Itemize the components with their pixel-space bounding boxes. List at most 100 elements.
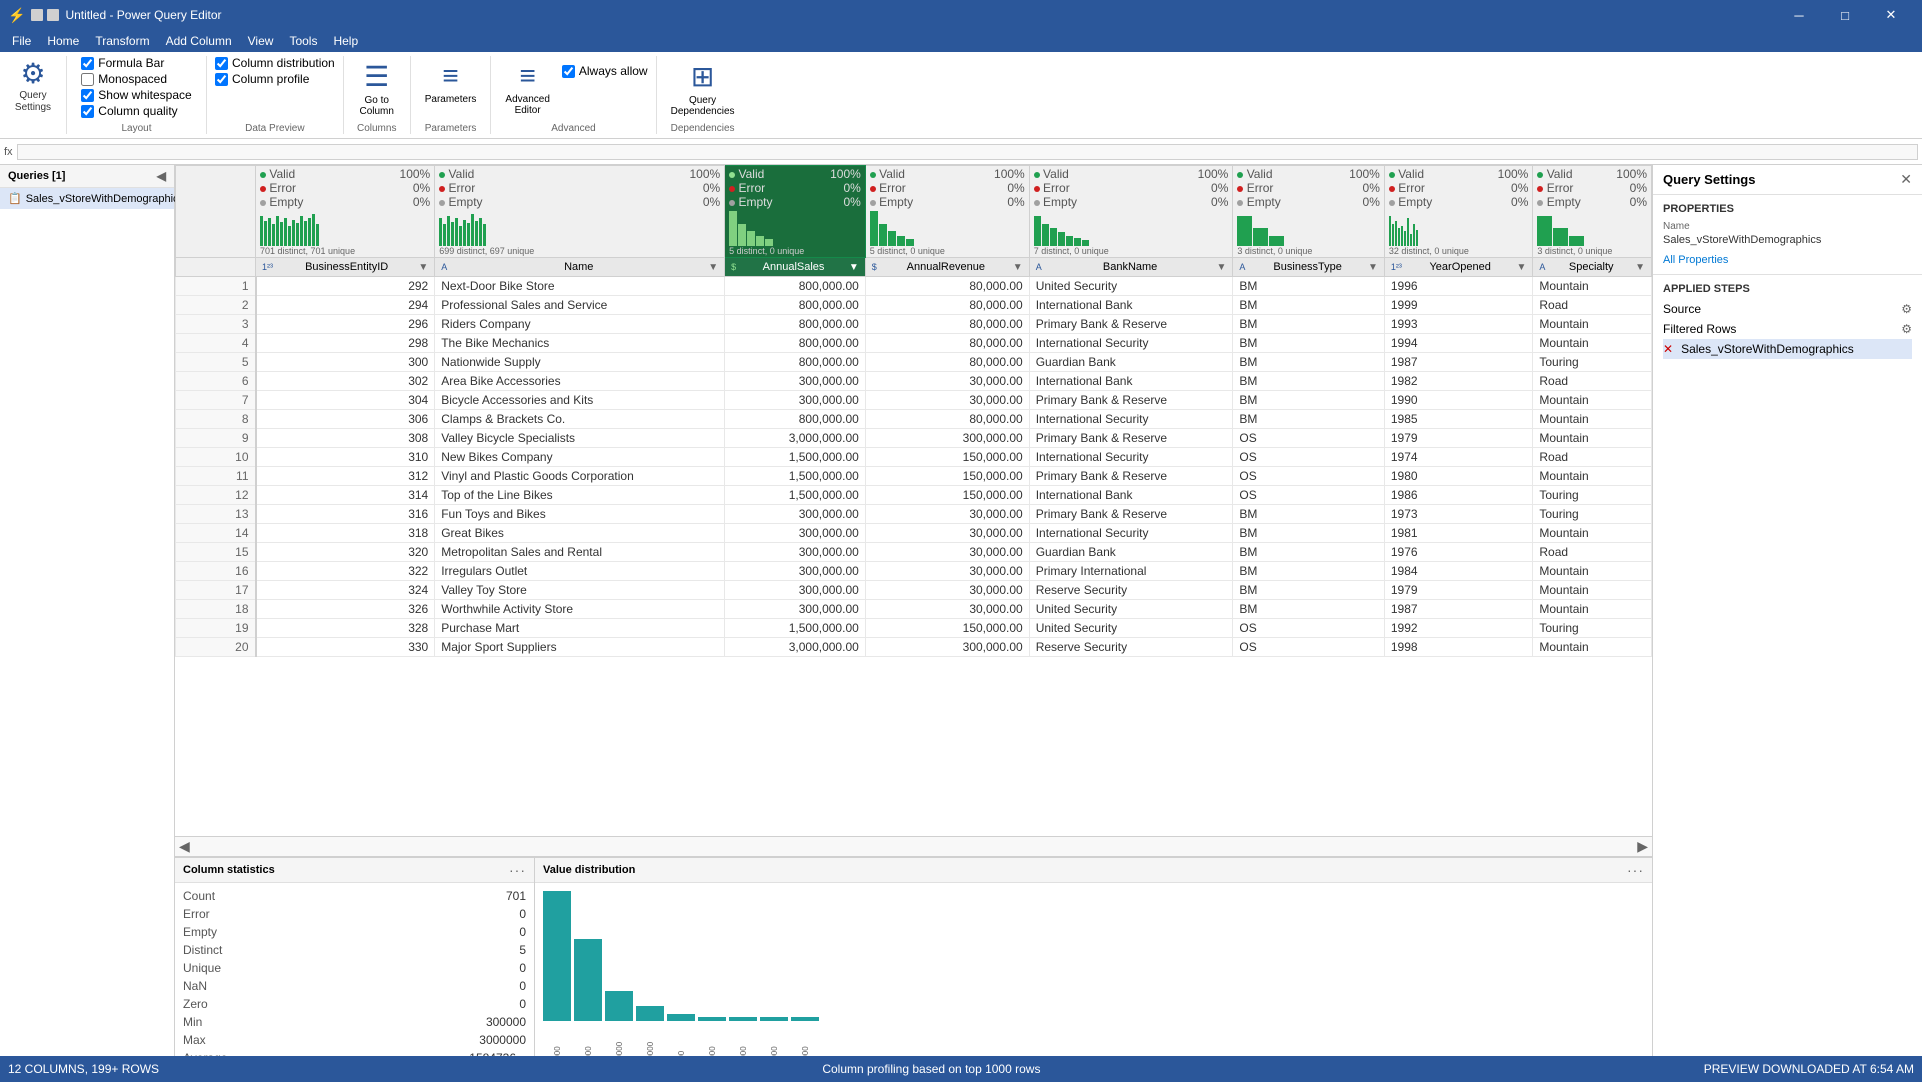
annualrevenue-filter-icon[interactable]: ▼ [1013,262,1023,273]
main-layout: Queries [1] ◀ 📋 Sales_vStoreWithDemograp… [0,165,1922,1066]
col-header-annualsales[interactable]: $ AnnualSales ▼ [725,258,866,277]
query-settings-button[interactable]: ⚙ QuerySettings [8,56,58,118]
menu-file[interactable]: File [4,32,39,50]
table-row[interactable]: 1292Next-Door Bike Store800,000.0080,000… [176,277,1652,296]
query-dependencies-icon: ⊞ [691,60,714,93]
table-row[interactable]: 19328Purchase Mart1,500,000.00150,000.00… [176,619,1652,638]
columns-group-buttons: ☰ Go toColumn [352,56,402,121]
menu-home[interactable]: Home [39,32,87,50]
ribbon-group-label-parameters: Parameters [425,123,477,134]
formula-bar-checkbox-row[interactable]: Formula Bar [81,56,191,70]
column-stats-more-button[interactable]: ··· [509,862,526,878]
col-header-annualrevenue[interactable]: $ AnnualRevenue ▼ [865,258,1029,277]
val-bar-group: 1500000 [605,991,633,1066]
stats-label: Empty [183,925,466,939]
specialty-filter-icon[interactable]: ▼ [1635,262,1645,273]
table-row[interactable]: 8306Clamps & Brackets Co.800,000.0080,00… [176,410,1652,429]
scroll-left-arrow[interactable]: ◀ [179,838,190,855]
show-whitespace-checkbox-row[interactable]: Show whitespace [81,88,191,102]
step-filtered-rows[interactable]: Filtered Rows ⚙ [1663,319,1912,339]
businesstype-filter-icon[interactable]: ▼ [1368,262,1378,273]
step-source-gear[interactable]: ⚙ [1901,302,1912,316]
value-distribution-more-button[interactable]: ··· [1627,862,1644,878]
go-to-column-button[interactable]: ☰ Go toColumn [352,56,402,121]
menu-help[interactable]: Help [325,32,366,50]
step-sales-vstoredem[interactable]: ✕ Sales_vStoreWithDemographics [1663,339,1912,359]
menu-transform[interactable]: Transform [87,32,157,50]
col-header-yearopened[interactable]: 1²³ YearOpened ▼ [1384,258,1533,277]
table-row[interactable]: 16322Irregulars Outlet300,000.0030,000.0… [176,562,1652,581]
row-number: 13 [176,505,256,524]
close-button[interactable]: ✕ [1868,0,1914,30]
table-cell: 150,000.00 [865,448,1029,467]
always-allow-label: Always allow [579,64,648,78]
name-filter-icon[interactable]: ▼ [708,262,718,273]
table-row[interactable]: 20330Major Sport Suppliers3,000,000.0030… [176,638,1652,657]
col-header-specialty[interactable]: A Specialty ▼ [1533,258,1652,277]
table-row[interactable]: 4298The Bike Mechanics800,000.0080,000.0… [176,334,1652,353]
always-allow-checkbox[interactable] [562,65,575,78]
scroll-right-arrow[interactable]: ▶ [1637,838,1648,855]
query-item-sales[interactable]: 📋 Sales_vStoreWithDemographics [0,188,174,209]
query-dependencies-button[interactable]: ⊞ QueryDependencies [665,56,741,121]
column-profile-checkbox[interactable] [215,73,228,86]
table-row[interactable]: 10310New Bikes Company1,500,000.00150,00… [176,448,1652,467]
advanced-editor-button[interactable]: ≡ AdvancedEditor [499,56,555,120]
table-row[interactable]: 6302Area Bike Accessories300,000.0030,00… [176,372,1652,391]
all-properties-link[interactable]: All Properties [1663,254,1728,266]
column-distribution-checkbox[interactable] [215,57,228,70]
menu-add-column[interactable]: Add Column [158,32,240,50]
step-x-icon[interactable]: ✕ [1663,342,1673,356]
col-header-businessentityid[interactable]: 1²³ BusinessEntityID ▼ [256,258,435,277]
table-row[interactable]: 14318Great Bikes300,000.0030,000.00Inter… [176,524,1652,543]
column-distribution-checkbox-row[interactable]: Column distribution [215,56,335,70]
table-row[interactable]: 11312Vinyl and Plastic Goods Corporation… [176,467,1652,486]
formula-input[interactable] [17,144,1918,160]
column-profile-checkbox-row[interactable]: Column profile [215,72,335,86]
monospaced-checkbox[interactable] [81,73,94,86]
restore-button[interactable]: □ [1822,0,1868,30]
bankname-filter-icon[interactable]: ▼ [1216,262,1226,273]
stats-scroll-area[interactable]: Count701Error0Empty0Distinct5Unique0NaN0… [175,883,534,1066]
minimize-button[interactable]: ─ [1776,0,1822,30]
queries-collapse-icon[interactable]: ◀ [157,169,166,183]
query-settings-close-button[interactable]: ✕ [1900,171,1912,188]
menu-tools[interactable]: Tools [281,32,325,50]
table-row[interactable]: 2294Professional Sales and Service800,00… [176,296,1652,315]
menu-view[interactable]: View [240,32,282,50]
table-row[interactable]: 9308Valley Bicycle Specialists3,000,000.… [176,429,1652,448]
table-row[interactable]: 13316Fun Toys and Bikes300,000.0030,000.… [176,505,1652,524]
always-allow-checkbox-row[interactable]: Always allow [562,64,648,78]
row-number: 1 [176,277,256,296]
column-quality-checkbox[interactable] [81,105,94,118]
show-whitespace-checkbox[interactable] [81,89,94,102]
table-row[interactable]: 15320Metropolitan Sales and Rental300,00… [176,543,1652,562]
table-cell: Area Bike Accessories [435,372,725,391]
valid-dot-8 [1537,172,1543,178]
empty-dot-8 [1537,200,1543,206]
table-cell: Irregulars Outlet [435,562,725,581]
table-row[interactable]: 18326Worthwhile Activity Store300,000.00… [176,600,1652,619]
step-source[interactable]: Source ⚙ [1663,299,1912,319]
table-cell: Mountain [1533,600,1652,619]
table-row[interactable]: 5300Nationwide Supply800,000.0080,000.00… [176,353,1652,372]
annualsales-filter-icon[interactable]: ▼ [849,262,859,273]
col-header-bankname[interactable]: A BankName ▼ [1029,258,1233,277]
table-row[interactable]: 17324Valley Toy Store300,000.0030,000.00… [176,581,1652,600]
table-cell: 1,500,000.00 [725,467,866,486]
table-container[interactable]: Valid 100% Error 0% Empty 0% [175,165,1652,836]
table-row[interactable]: 12314Top of the Line Bikes1,500,000.0015… [176,486,1652,505]
monospaced-checkbox-row[interactable]: Monospaced [81,72,191,86]
yearopened-filter-icon[interactable]: ▼ [1516,262,1526,273]
stats-label: Count [183,889,466,903]
step-filtered-rows-gear[interactable]: ⚙ [1901,322,1912,336]
advanced-editor-label: AdvancedEditor [505,94,549,116]
formula-bar-checkbox[interactable] [81,57,94,70]
businessentityid-filter-icon[interactable]: ▼ [418,262,428,273]
parameters-button[interactable]: ≡ Parameters [419,56,483,109]
table-row[interactable]: 3296Riders Company800,000.0080,000.00Pri… [176,315,1652,334]
table-row[interactable]: 7304Bicycle Accessories and Kits300,000.… [176,391,1652,410]
col-header-name[interactable]: A Name ▼ [435,258,725,277]
col-header-businesstype[interactable]: A BusinessType ▼ [1233,258,1385,277]
column-quality-checkbox-row[interactable]: Column quality [81,104,191,118]
